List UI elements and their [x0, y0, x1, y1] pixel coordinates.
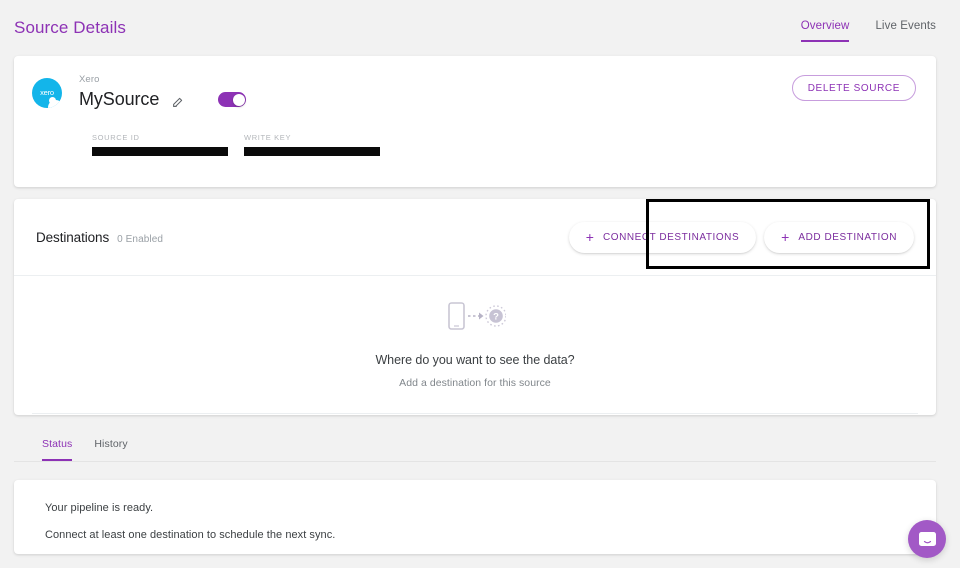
write-key-value-redacted[interactable]	[244, 147, 380, 156]
source-type-label: Xero	[79, 74, 100, 85]
destinations-title-group: Destinations 0 Enabled	[36, 230, 163, 245]
write-key-label: WRITE KEY	[244, 133, 292, 142]
connect-destinations-button[interactable]: + CONNECT DESTINATIONS	[568, 221, 757, 253]
delete-source-button[interactable]: DELETE SOURCE	[791, 75, 916, 101]
plus-icon: +	[585, 228, 594, 245]
destinations-actions: + CONNECT DESTINATIONS + ADD DESTINATION	[568, 221, 914, 253]
delete-source-label: DELETE SOURCE	[807, 82, 900, 94]
status-line-secondary: Connect at least one destination to sche…	[45, 529, 336, 541]
source-enabled-toggle[interactable]	[218, 92, 247, 107]
tab-live-events[interactable]: Live Events	[875, 19, 936, 42]
page-title: Source Details	[14, 18, 126, 37]
phone-to-unknown-destination-icon: ?	[448, 301, 506, 330]
source-id-field: SOURCE ID	[92, 133, 244, 156]
empty-state-title: Where do you want to see the data?	[375, 352, 575, 367]
status-line-primary: Your pipeline is ready.	[45, 502, 154, 514]
write-key-field: WRITE KEY	[244, 133, 380, 156]
plus-icon: +	[781, 228, 790, 245]
tab-overview[interactable]: Overview	[800, 19, 850, 42]
source-name: MySource	[79, 89, 160, 109]
connect-destinations-label: CONNECT DESTINATIONS	[602, 231, 740, 243]
top-tab-bar: Overview Live Events	[800, 17, 936, 42]
source-id-label: SOURCE ID	[92, 133, 140, 142]
xero-wordmark: xero	[40, 87, 54, 97]
pipeline-status-card: Your pipeline is ready. Connect at least…	[14, 480, 936, 554]
xero-cloud-shape	[48, 97, 62, 108]
source-meta: Xero MySource	[79, 74, 247, 111]
source-id-value-redacted[interactable]	[92, 147, 228, 156]
intercom-chat-icon[interactable]	[908, 520, 946, 558]
tab-history[interactable]: History	[94, 438, 127, 461]
xero-logo-icon: xero	[32, 78, 62, 108]
destinations-enabled-count: 0 Enabled	[117, 233, 164, 245]
source-header-row: xero Xero MySource	[32, 74, 916, 111]
tab-status[interactable]: Status	[42, 438, 73, 461]
add-destination-label: ADD DESTINATION	[798, 231, 897, 243]
empty-state-subtitle: Add a destination for this source	[399, 376, 551, 389]
pencil-icon[interactable]	[172, 95, 185, 108]
toggle-knob	[232, 93, 245, 106]
source-details-card: xero Xero MySource SOURCE ID WRITE KEY D…	[14, 56, 936, 187]
destinations-card: Destinations 0 Enabled + CONNECT DESTINA…	[14, 199, 936, 415]
chat-bubble-glyph	[918, 531, 936, 546]
page-header: Source Details Overview Live Events	[0, 0, 960, 56]
svg-text:?: ?	[493, 311, 499, 322]
source-name-row: MySource	[79, 88, 247, 111]
destinations-header: Destinations 0 Enabled + CONNECT DESTINA…	[14, 199, 936, 276]
destinations-empty-state: ? Where do you want to see the data? Add…	[32, 276, 918, 414]
bottom-tab-bar: Status History	[14, 415, 936, 462]
source-keys-row: SOURCE ID WRITE KEY	[32, 133, 916, 156]
destinations-title: Destinations	[36, 229, 110, 245]
add-destination-button[interactable]: + ADD DESTINATION	[764, 221, 914, 253]
